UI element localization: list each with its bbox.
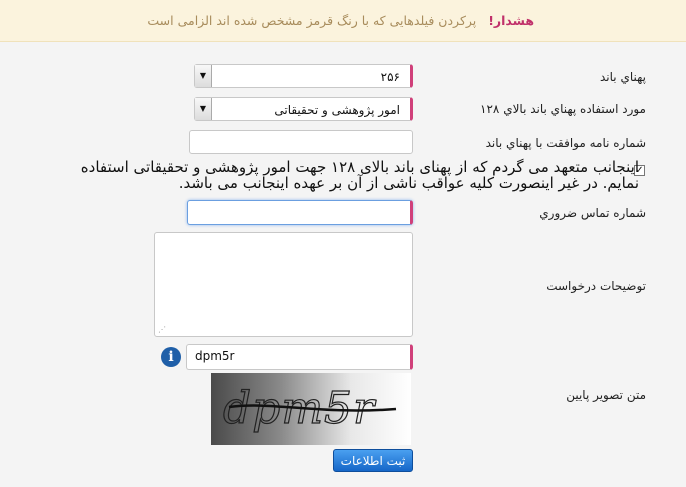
captcha-input-value: dpm5r [195, 349, 235, 363]
usage-value: امور پژوهشی و تحقیقاتی [274, 103, 400, 117]
usage-label: مورد استفاده پهناي باند بالاي ۱۲۸ [480, 102, 646, 116]
chevron-down-icon[interactable]: ▼ [195, 65, 212, 87]
submit-button[interactable]: ثبت اطلاعات [333, 449, 413, 472]
agreement-text: اینجانب متعهد می گردم که از پهنای باند ب… [80, 158, 639, 192]
captcha-input[interactable]: dpm5r [186, 344, 413, 370]
emergency-phone-label: شماره تماس ضروري [539, 206, 646, 220]
warning-title: هشدار! [488, 13, 534, 28]
chevron-down-icon[interactable]: ▼ [195, 98, 212, 120]
warning-text: هشدار! پرکردن فیلدهایی که با رنگ قرمز مش… [147, 13, 534, 28]
emergency-phone-input[interactable] [187, 200, 413, 225]
description-textarea[interactable]: ⋰ [154, 232, 413, 337]
captcha-label: متن تصویر پایین [566, 388, 646, 402]
description-label: توضیحات درخواست [546, 279, 646, 293]
warning-message: پرکردن فیلدهایی که با رنگ قرمز مشخص شده … [147, 13, 477, 28]
warning-banner: هشدار! پرکردن فیلدهایی که با رنگ قرمز مش… [0, 0, 686, 42]
info-icon[interactable]: i [161, 347, 181, 367]
usage-select[interactable]: ▼ امور پژوهشی و تحقیقاتی [194, 97, 413, 121]
bandwidth-label: پهناي باند [600, 70, 646, 84]
approval-letter-input[interactable] [189, 130, 413, 154]
bandwidth-value: ۲۵۶ [380, 70, 400, 84]
resize-grip-icon[interactable]: ⋰ [158, 325, 166, 334]
bandwidth-select[interactable]: ▼ ۲۵۶ [194, 64, 413, 88]
captcha-image: dpm5r [211, 373, 411, 445]
captcha-noise-line [228, 404, 397, 412]
approval-letter-label: شماره نامه موافقت با پهناي باند [485, 136, 646, 150]
